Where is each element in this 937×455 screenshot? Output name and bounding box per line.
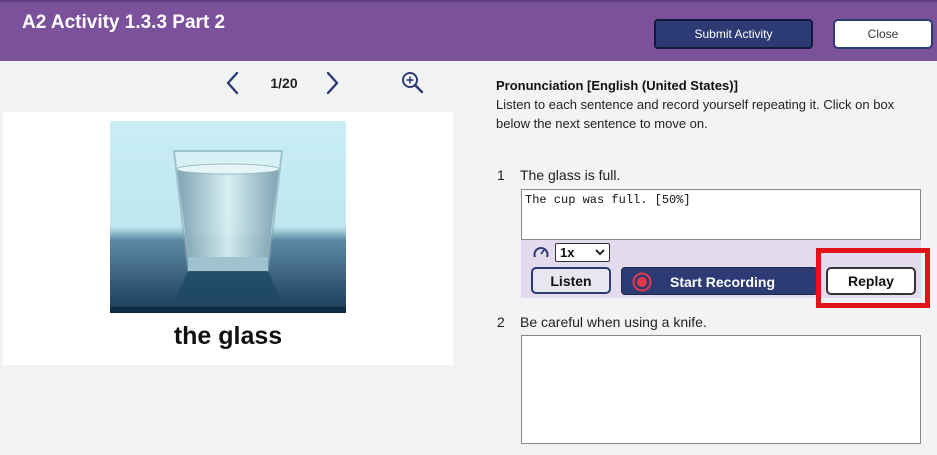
question-sentence: The glass is full. xyxy=(520,167,621,183)
previous-page-icon[interactable] xyxy=(223,70,243,96)
image-caption: the glass xyxy=(173,322,283,350)
question-number: 1 xyxy=(497,167,505,183)
glass-photo xyxy=(110,121,346,313)
record-icon xyxy=(632,272,652,292)
listen-button[interactable]: Listen xyxy=(531,267,611,294)
top-bar: A2 Activity 1.3.3 Part 2 Submit Activity… xyxy=(0,0,937,61)
chevron-down-icon xyxy=(595,249,605,256)
question-number: 2 xyxy=(497,314,505,330)
page-indicator: 1/20 xyxy=(270,75,298,91)
start-recording-button[interactable]: Start Recording xyxy=(621,267,818,295)
next-page-icon[interactable] xyxy=(322,70,342,96)
playback-speed-value: 1x xyxy=(560,245,575,260)
answer-box[interactable] xyxy=(521,335,921,444)
playback-speed-select[interactable]: 1x xyxy=(555,243,610,262)
instructions-title: Pronunciation [English (United States)] xyxy=(496,78,738,93)
replay-highlight-box xyxy=(816,248,930,308)
speedometer-icon xyxy=(533,247,549,258)
zoom-in-icon[interactable] xyxy=(400,70,426,96)
instructions-text: Listen to each sentence and record yours… xyxy=(496,97,895,131)
answer-box[interactable]: The cup was full. [50%] xyxy=(521,189,921,240)
start-recording-label: Start Recording xyxy=(670,274,776,290)
activity-title: A2 Activity 1.3.3 Part 2 xyxy=(22,12,226,33)
submit-activity-button[interactable]: Submit Activity xyxy=(654,19,813,49)
question-sentence: Be careful when using a knife. xyxy=(520,314,707,330)
flashcard: the glass xyxy=(3,112,453,365)
close-button[interactable]: Close xyxy=(833,19,933,49)
